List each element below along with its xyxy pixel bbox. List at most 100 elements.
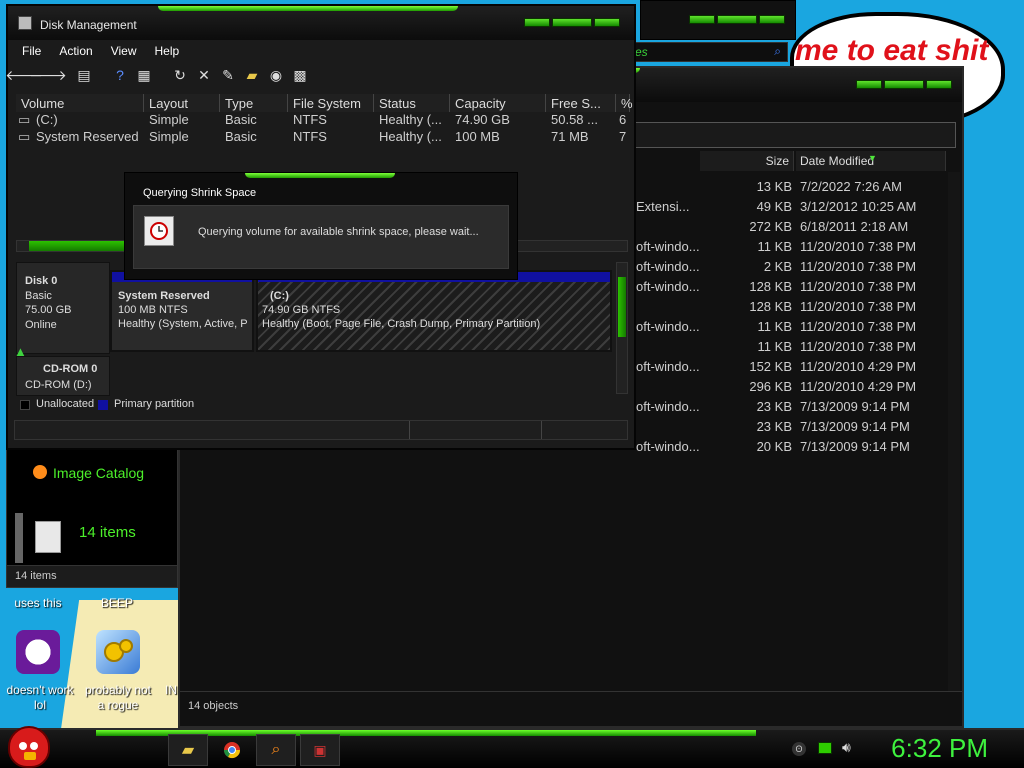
file-date-modified: 11/20/2010 7:38 PM [800,279,917,294]
file-size: 23 KB [756,399,792,414]
dialog-message: Querying volume for available shrink spa… [198,226,479,238]
console-tree-icon[interactable]: ▤ [74,66,94,84]
disk0-panel[interactable]: Disk 0 Basic 75.00 GB Online [16,262,110,354]
file-name: oft-windo... [636,359,700,374]
forward-arrow-icon[interactable]: 🡒 [29,66,67,84]
yahoo-messenger-icon[interactable] [16,630,60,674]
refresh-icon[interactable]: ↻ [170,66,190,84]
explorer-search-box[interactable]: es ⌕ [628,42,788,62]
desktop-icon-label-rogue[interactable]: probably not a rogue [78,683,158,713]
desktop-icon-label-beep[interactable]: BEEP [92,596,142,611]
partition-c[interactable]: (C:) 74.90 GB NTFS Healthy (Boot, Page F… [256,270,612,352]
disk0-state: Online [25,319,57,331]
partition-name: System Reserved [118,290,210,302]
partition-system-reserved[interactable]: System Reserved 100 MB NTFS Healthy (Sys… [110,270,254,352]
col-volume[interactable]: Volume [16,94,144,112]
col-type[interactable]: Type [220,94,288,112]
file-name: oft-windo... [636,239,700,254]
menu-action[interactable]: Action [59,44,92,62]
volume-status: Healthy (... [379,129,442,144]
minimize-button[interactable] [524,18,550,27]
file-date-modified: 11/20/2010 7:38 PM [800,319,917,334]
taskbar-search-button[interactable]: ⌕ [256,734,296,766]
file-size: 13 KB [756,179,792,194]
desktop-icon-label-uses-this[interactable]: uses this [6,596,70,611]
explorer-address-bar[interactable] [630,122,956,148]
menu-file[interactable]: File [22,44,41,62]
vscroll-thumb[interactable] [618,277,626,337]
search-drive-icon[interactable]: ◉ [266,66,286,84]
file-name: oft-windo... [636,399,700,414]
legend-primary-swatch [98,400,108,410]
file-size: 152 KB [749,359,792,374]
dialog-body: Querying volume for available shrink spa… [133,205,509,269]
start-button-angry-bird-icon[interactable] [8,726,50,768]
cdrom-panel[interactable]: CD-ROM 0 CD-ROM (D:) [16,356,110,396]
drive-icon: ▭ [18,129,31,144]
folder-icon: ▰ [181,742,195,759]
file-name: oft-windo... [636,259,700,274]
disk-view-vscroll[interactable] [616,262,628,394]
settings-grid-icon[interactable]: ▩ [290,66,310,84]
tray-network-icon[interactable] [818,742,832,754]
menu-view[interactable]: View [111,44,137,62]
volume-fs: NTFS [293,112,327,127]
disk0-type: Basic [25,290,52,302]
col-capacity[interactable]: Capacity [450,94,546,112]
disk-management-titlebar[interactable]: Disk Management [8,6,634,40]
col-status[interactable]: Status [374,94,450,112]
file-size: 20 KB [756,439,792,454]
taskbar-explorer-button[interactable]: ▰ [168,734,208,766]
check-icon[interactable]: ✎ [218,66,238,84]
col-layout[interactable]: Layout [144,94,220,112]
drive-icon: ▭ [18,112,31,127]
menu-bar: File Action View Help [8,40,634,62]
file-size: 128 KB [749,299,792,314]
volume-name[interactable]: (C:) [36,112,140,127]
col-filesystem[interactable]: File System [288,94,374,112]
file-size: 11 KB [757,319,792,334]
maximize-button[interactable] [552,18,592,27]
file-date-modified: 11/20/2010 7:38 PM [800,299,917,314]
taskbar-clock[interactable]: 6:32 PM [891,733,988,764]
col-percent[interactable]: % [616,94,633,112]
catalog-scrollbar[interactable] [15,513,23,563]
magnifier-icon: ⌕ [271,741,281,758]
menu-help[interactable]: Help [155,44,180,62]
volume-type: Basic [225,112,257,127]
disk-window-buttons[interactable] [524,18,620,27]
disk-management-icon [18,16,32,30]
file-date-modified: 11/20/2010 4:29 PM [800,379,917,394]
explorer-window-buttons[interactable] [856,80,952,89]
tray-bluetooth-icon[interactable]: ʘ [792,742,806,756]
desktop-icon-label-yahoo[interactable]: doesn't work lol [2,683,78,713]
open-folder-icon[interactable]: ▰ [242,66,262,84]
col-free-space[interactable]: Free S... [546,94,616,112]
legend-unallocated-swatch [20,400,30,410]
help-icon[interactable]: ? [110,66,130,84]
close-button[interactable] [594,18,620,27]
partition-status: Healthy (System, Active, P [118,318,248,330]
partition-name: (C:) [270,290,289,302]
column-size[interactable]: Size [700,151,794,171]
volume-pct: 7 [619,129,627,144]
taskbar-disk-mgmt-button[interactable]: ▣ [300,734,340,766]
shrink-query-dialog[interactable]: Querying Shrink Space Querying volume fo… [124,172,518,280]
hscroll-thumb[interactable] [29,241,129,251]
catalog-status: 14 items [15,570,57,582]
file-size: 11 KB [757,339,792,354]
properties-icon[interactable]: ▦ [134,66,154,84]
image-catalog-window[interactable]: Image Catalog 14 items 14 items [6,440,178,588]
catalog-title[interactable]: Image Catalog [53,465,144,481]
volume-type: Basic [225,129,257,144]
taskbar-chrome-button[interactable] [212,734,252,766]
explorer-title-strip[interactable] [640,0,796,40]
file-size: 23 KB [756,419,792,434]
search-icon[interactable]: ⌕ [774,44,781,59]
gears-app-icon[interactable] [96,630,140,674]
tray-volume-icon[interactable]: 🔊︎ [842,739,851,756]
volume-name[interactable]: System Reserved [36,129,144,144]
delete-icon[interactable]: ✕ [194,66,214,84]
file-date-modified: 6/18/2011 2:18 AM [800,219,909,234]
disk0-name: Disk 0 [25,275,58,287]
